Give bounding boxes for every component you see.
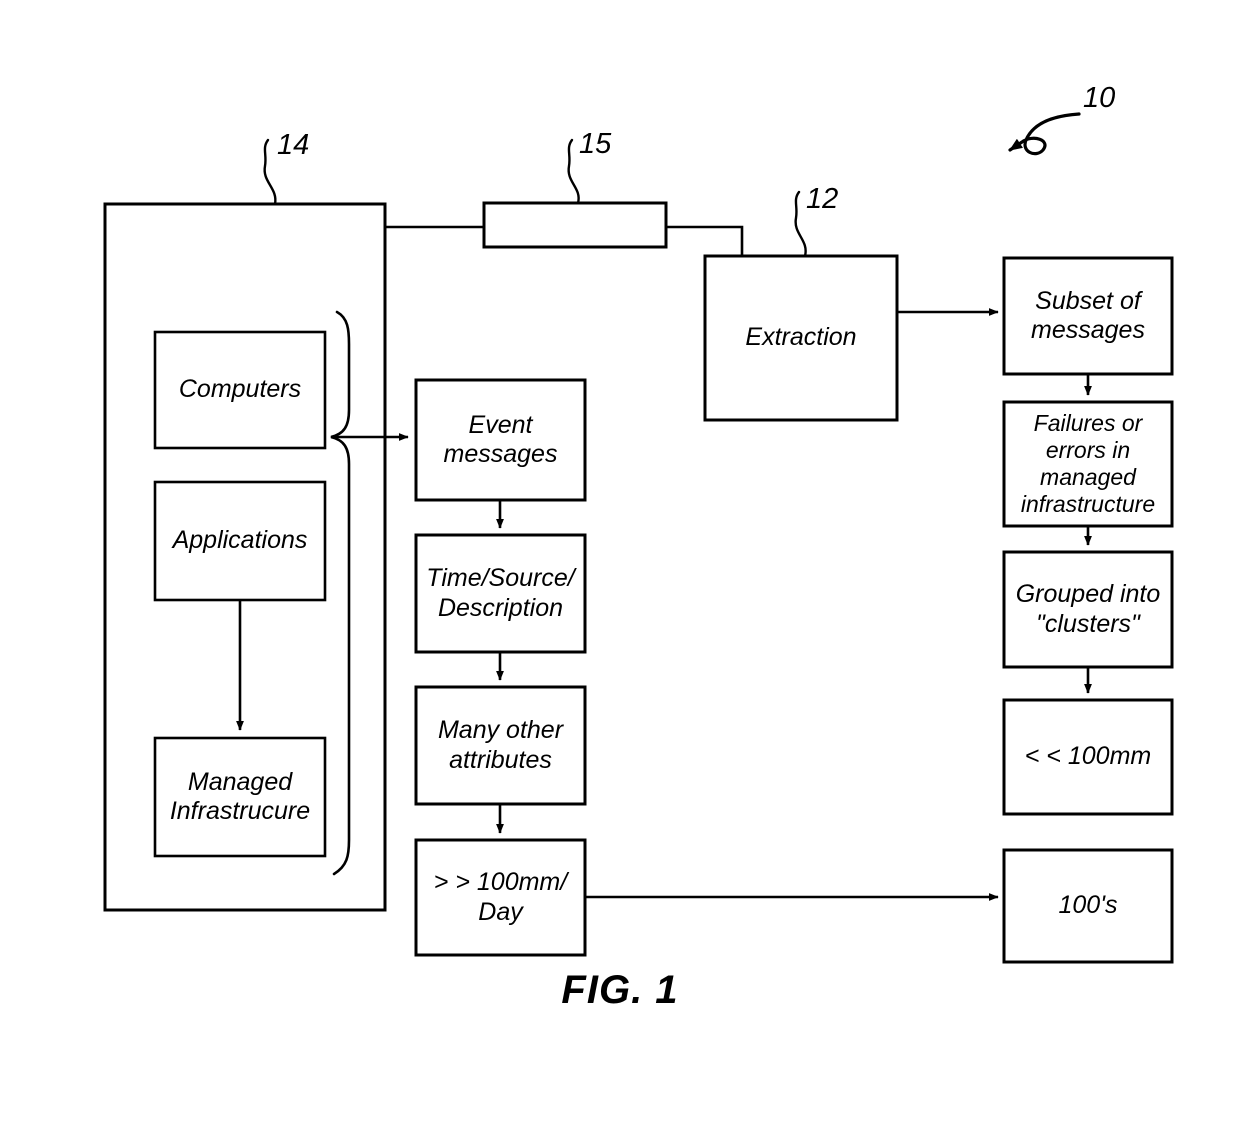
ref-numeral-14: 14 bbox=[277, 129, 310, 161]
lead-line-14 bbox=[263, 138, 277, 206]
intermediate-box-15 bbox=[482, 201, 668, 249]
subset-of-messages-box bbox=[1002, 256, 1174, 376]
grouped-into-clusters-box bbox=[1002, 550, 1174, 669]
figure-caption: FIG. 1 bbox=[561, 968, 679, 1012]
applications-box bbox=[153, 480, 327, 602]
hundreds-box bbox=[1002, 848, 1174, 964]
patent-figure: 10 12 14 15 Computers Applications Manag… bbox=[0, 0, 1240, 1128]
callout-10 bbox=[1008, 112, 1081, 156]
computers-box bbox=[153, 330, 327, 450]
event-messages-box bbox=[414, 378, 587, 502]
ref-numeral-12: 12 bbox=[806, 183, 839, 215]
many-other-attributes-box bbox=[414, 685, 587, 806]
diagram-canvas bbox=[103, 112, 1174, 964]
volume-per-day-box bbox=[414, 838, 587, 957]
connector-box15-to-extraction bbox=[666, 225, 744, 256]
failures-or-errors-box bbox=[1002, 400, 1174, 528]
managed-infrastructure-box bbox=[153, 736, 327, 858]
lead-line-15 bbox=[567, 138, 580, 205]
ref-numeral-10: 10 bbox=[1083, 82, 1116, 114]
ref-numeral-15: 15 bbox=[579, 128, 612, 160]
extraction-box bbox=[703, 254, 899, 422]
reduced-volume-box bbox=[1002, 698, 1174, 816]
lead-line-12 bbox=[794, 190, 807, 258]
time-source-description-box bbox=[414, 533, 587, 654]
